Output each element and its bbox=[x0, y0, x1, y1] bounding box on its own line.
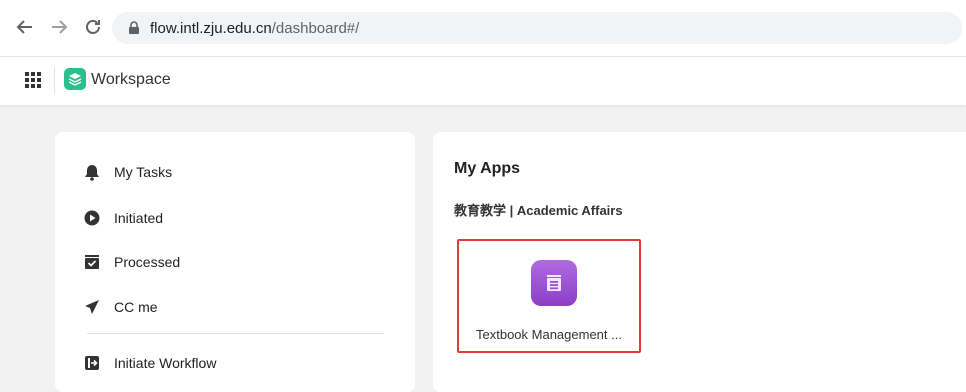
inbox-check-icon bbox=[83, 253, 101, 271]
url-host: flow.intl.zju.edu.cn bbox=[150, 19, 272, 37]
apps-grid-icon[interactable] bbox=[22, 69, 44, 91]
header-divider bbox=[54, 67, 55, 95]
app-name: Textbook Management ... bbox=[476, 327, 622, 342]
back-arrow-icon[interactable] bbox=[14, 16, 36, 38]
sidebar-divider bbox=[87, 333, 384, 334]
browser-toolbar: flow.intl.zju.edu.cn/dashboard#/ bbox=[0, 0, 966, 57]
lock-icon bbox=[126, 20, 142, 36]
send-icon bbox=[83, 298, 101, 316]
sidebar-item-label: Initiated bbox=[114, 210, 164, 226]
bell-icon bbox=[83, 163, 101, 181]
my-apps-panel: My Apps 教育教学 | Academic Affairs Textbook… bbox=[433, 132, 966, 392]
sidebar-item-my-tasks[interactable]: My Tasks bbox=[83, 159, 172, 185]
reload-icon[interactable] bbox=[82, 16, 104, 38]
workspace-title[interactable]: Workspace bbox=[91, 71, 171, 89]
sidebar-item-label: CC me bbox=[114, 299, 158, 315]
sidebar-item-label: Processed bbox=[114, 254, 181, 270]
forward-arrow-icon[interactable] bbox=[48, 16, 70, 38]
sidebar-item-initiate-workflow[interactable]: Initiate Workflow bbox=[83, 350, 216, 376]
sidebar-item-initiated[interactable]: Initiated bbox=[83, 205, 163, 231]
app-header: Workspace bbox=[0, 57, 966, 105]
document-icon bbox=[531, 260, 577, 306]
play-circle-icon bbox=[83, 209, 101, 227]
sidebar: My Tasks Initiated Processed CC me Initi… bbox=[55, 132, 415, 392]
app-tile-textbook-management[interactable]: Textbook Management ... bbox=[457, 239, 641, 353]
sidebar-item-label: My Tasks bbox=[114, 164, 173, 180]
category-label: 教育教学 | Academic Affairs bbox=[454, 203, 623, 218]
sidebar-item-cc-me[interactable]: CC me bbox=[83, 294, 158, 320]
url-path: /dashboard#/ bbox=[271, 19, 360, 37]
address-bar[interactable]: flow.intl.zju.edu.cn/dashboard#/ bbox=[112, 12, 962, 44]
page-title: My Apps bbox=[454, 160, 521, 177]
sidebar-item-label: Initiate Workflow bbox=[114, 355, 217, 371]
workspace-logo-icon[interactable] bbox=[64, 68, 86, 90]
initiate-workflow-icon bbox=[83, 354, 101, 372]
url-text: flow.intl.zju.edu.cn/dashboard#/ bbox=[150, 20, 359, 37]
sidebar-item-processed[interactable]: Processed bbox=[83, 249, 180, 275]
